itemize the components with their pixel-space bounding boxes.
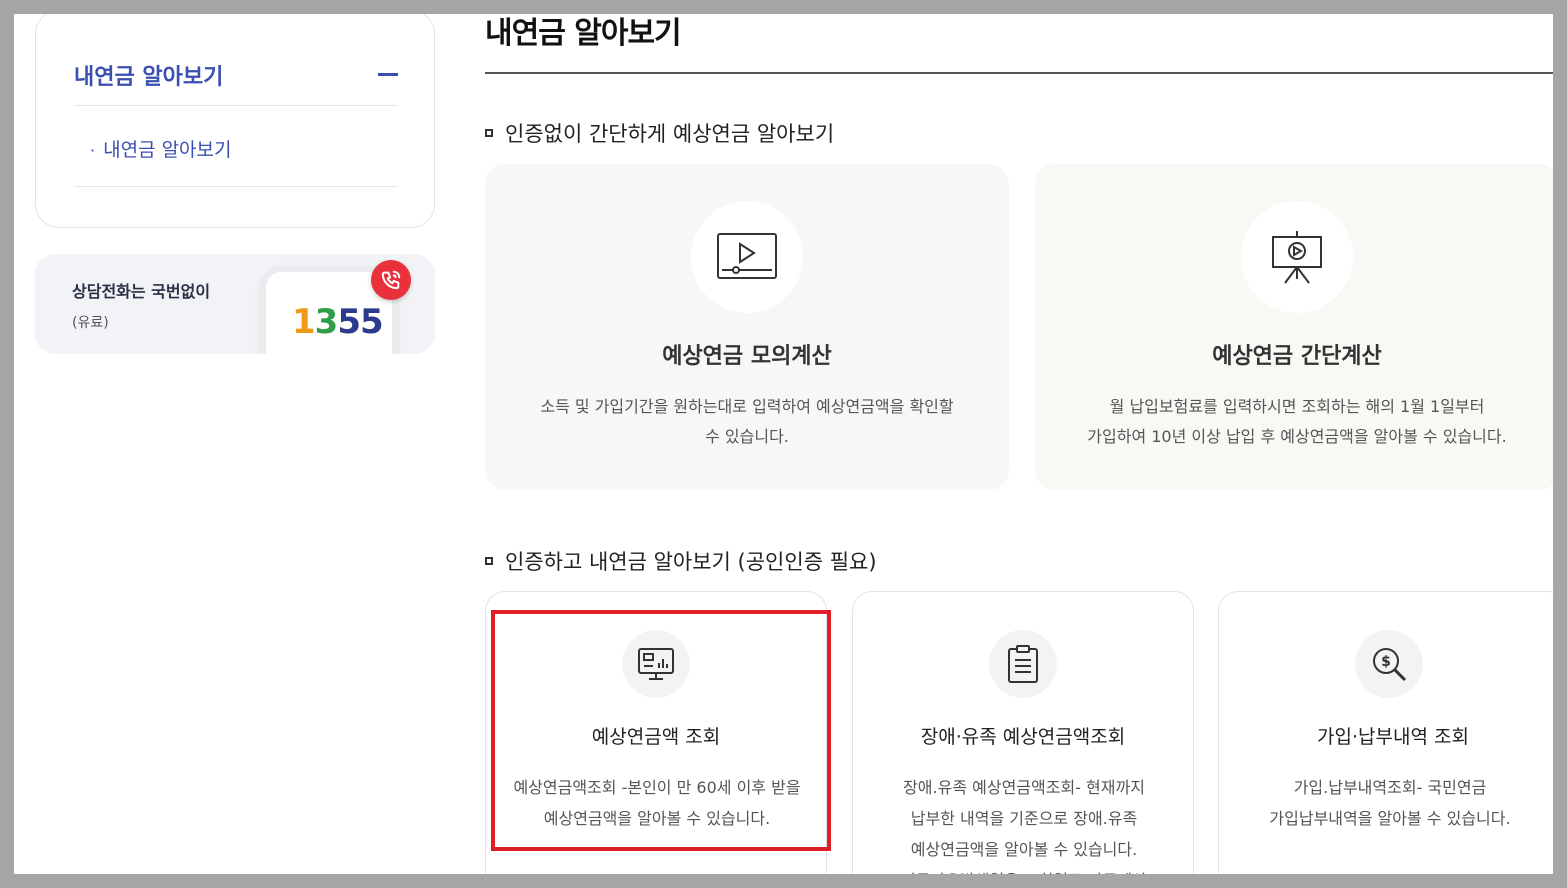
monitor-chart-icon bbox=[622, 630, 690, 698]
card-title: 장애·유족 예상연금액조회 bbox=[920, 726, 1126, 748]
svg-text:$: $ bbox=[1381, 654, 1391, 670]
card-description-line: 가입하여 10년 이상 납입 후 예상연금액을 알아볼 수 있습니다. bbox=[1087, 427, 1507, 446]
section-heading-with-auth: 인증하고 내연금 알아보기 (공인인증 필요) bbox=[485, 546, 877, 576]
call-center-banner[interactable]: 상담전화는 국번없이 (유료) 1355 bbox=[35, 254, 435, 354]
square-bullet-icon bbox=[485, 129, 493, 137]
card-description: 가입.납부내역조회- 국민연금 가입납부내역을 알아볼 수 있습니다. bbox=[1237, 772, 1543, 834]
call-banner-sub: (유료) bbox=[72, 315, 109, 331]
card-expected-pension-lookup[interactable]: 예상연금액 조회 예상연금액조회 -본인이 만 60세 이후 받을 예상연금액을… bbox=[485, 591, 827, 874]
card-title: 예상연금 모의계산 bbox=[662, 344, 832, 369]
section-heading-text: 인증하고 내연금 알아보기 (공인인증 필요) bbox=[505, 550, 877, 574]
divider bbox=[74, 105, 398, 106]
card-description: 장애.유족 예상연금액조회- 현재까지 납부한 내역을 기준으로 장애.유족 예… bbox=[871, 772, 1177, 874]
card-description-line: 소득 및 가입기간을 원하는대로 입력하여 예상연금액을 확인할 bbox=[540, 397, 954, 416]
collapse-minus-icon[interactable] bbox=[378, 73, 398, 76]
card-enrollment-payment-lookup[interactable]: $ 가입·납부내역 조회 가입.납부내역조회- 국민연금 가입납부내역을 알아볼… bbox=[1218, 591, 1553, 874]
card-description: 월 납입보험료를 입력하시면 조회하는 해의 1월 1일부터 가입하여 10년 … bbox=[1065, 392, 1529, 452]
divider bbox=[74, 186, 398, 187]
card-description-line: 예상연금액조회 -본인이 만 60세 이후 받을 bbox=[513, 778, 801, 797]
presentation-board-icon bbox=[1241, 201, 1353, 313]
clipboard-list-icon bbox=[989, 630, 1057, 698]
page: 내연금 알아보기 · 내연금 알아보기 상담전화는 국번없이 (유료) 1355 … bbox=[14, 14, 1553, 874]
page-title: 내연금 알아보기 bbox=[485, 16, 682, 51]
card-title: 예상연금 간단계산 bbox=[1212, 344, 1382, 369]
card-description-line: 가입.납부내역조회- 국민연금 bbox=[1293, 778, 1487, 797]
phone-digit: 3 bbox=[314, 302, 339, 342]
card-simple-calculation[interactable]: 예상연금 간단계산 월 납입보험료를 입력하시면 조회하는 해의 1월 1일부터… bbox=[1035, 164, 1553, 490]
card-mock-calculation[interactable]: 예상연금 모의계산 소득 및 가입기간을 원하는대로 입력하여 예상연금액을 확… bbox=[485, 164, 1009, 490]
phone-digit: 1 bbox=[292, 302, 316, 342]
square-bullet-icon bbox=[485, 557, 493, 565]
sidebar-item-pension-lookup[interactable]: · 내연금 알아보기 bbox=[90, 135, 232, 162]
card-title: 예상연금액 조회 bbox=[591, 726, 721, 748]
title-divider bbox=[485, 72, 1553, 74]
card-description-line: (지급사유발생일은 조회일로 자동계산) bbox=[871, 865, 1177, 874]
phone-digit: 55 bbox=[337, 302, 383, 342]
card-title: 가입·납부내역 조회 bbox=[1317, 726, 1469, 748]
dollar-search-icon: $ bbox=[1355, 630, 1423, 698]
card-description-line: 예상연금액을 알아볼 수 있습니다. bbox=[910, 840, 1138, 859]
video-player-icon bbox=[691, 201, 803, 313]
bullet-icon: · bbox=[90, 141, 96, 160]
card-description: 소득 및 가입기간을 원하는대로 입력하여 예상연금액을 확인할 수 있습니다. bbox=[515, 392, 979, 452]
card-description: 예상연금액조회 -본인이 만 60세 이후 받을 예상연금액을 알아볼 수 있습… bbox=[504, 772, 810, 834]
section-heading-no-auth: 인증없이 간단하게 예상연금 알아보기 bbox=[485, 118, 834, 148]
phone-number: 1355 bbox=[292, 302, 384, 342]
card-description-line: 가입납부내역을 알아볼 수 있습니다. bbox=[1269, 809, 1511, 828]
phone-call-icon bbox=[371, 260, 411, 300]
card-description-line: 장애.유족 예상연금액조회- 현재까지 bbox=[903, 778, 1145, 797]
section-heading-text: 인증없이 간단하게 예상연금 알아보기 bbox=[505, 122, 835, 146]
card-description-line: 수 있습니다. bbox=[705, 427, 789, 446]
card-description-line: 납부한 내역을 기준으로 장애.유족 bbox=[910, 809, 1138, 828]
sidebar-menu: 내연금 알아보기 · 내연금 알아보기 bbox=[35, 14, 435, 228]
card-description-line: 예상연금액을 알아볼 수 있습니다. bbox=[543, 809, 771, 828]
call-banner-title: 상담전화는 국번없이 bbox=[72, 282, 211, 301]
sidebar-menu-title[interactable]: 내연금 알아보기 bbox=[74, 59, 223, 91]
sidebar-item-label: 내연금 알아보기 bbox=[103, 139, 232, 161]
card-description-line: 월 납입보험료를 입력하시면 조회하는 해의 1월 1일부터 bbox=[1109, 397, 1485, 416]
card-disability-survivor-lookup[interactable]: 장애·유족 예상연금액조회 장애.유족 예상연금액조회- 현재까지 납부한 내역… bbox=[852, 591, 1194, 874]
